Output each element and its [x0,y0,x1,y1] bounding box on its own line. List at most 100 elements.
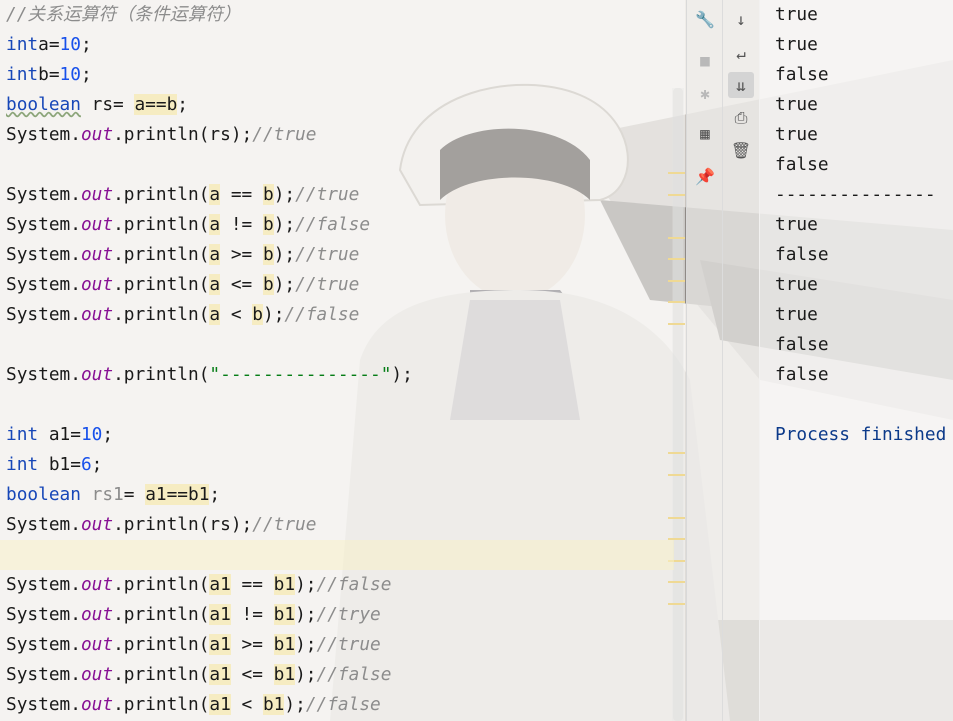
code-token: System. [6,184,81,205]
scroll-down-arrow-icon[interactable]: ↓ [728,6,754,32]
code-token: .println( [113,664,210,685]
scroll-to-end-icon[interactable]: ⇊ [728,72,754,98]
code-token: b= [38,64,60,85]
code-line[interactable]: intb=10; [6,60,92,90]
code-token: int [6,64,39,85]
code-token: .println( [113,184,210,205]
console-line: false [775,244,829,265]
code-token: out [80,304,114,325]
code-line[interactable]: //关系运算符（条件运算符） [6,0,241,30]
code-token: b [262,184,274,205]
code-line[interactable]: System.out.println(a != b);//false [6,210,370,240]
console-line: false [775,364,829,385]
code-token: b [262,244,274,265]
code-line[interactable]: System.out.println(a >= b);//true [6,240,359,270]
code-editor[interactable]: //关系运算符（条件运算符） inta=10; intb=10; boolean rs… [0,0,685,721]
code-token: //false [316,664,392,685]
console-line: true [775,214,818,235]
code-token: <= [220,274,263,295]
console-line: true [775,34,818,55]
console-line: true [775,274,818,295]
code-token: a==b [134,94,178,115]
run-toolbar-right: ↓ ↵ ⇊ ⎙ 🗑 [722,0,760,721]
code-token: //false [284,304,360,325]
trash-icon[interactable]: 🗑 [728,137,754,163]
code-token: b [262,274,274,295]
code-line[interactable]: System.out.println(a1 >= b1);//true [6,630,381,660]
wrench-icon[interactable]: 🔧 [692,6,718,32]
code-token: .println( [113,634,210,655]
code-line[interactable]: System.out.println(a1 != b1);//trye [6,600,381,630]
code-line[interactable]: System.out.println(a == b);//true [6,180,359,210]
code-token: //true [252,124,317,145]
process-exit-message: Process finished [775,424,947,445]
console-line: false [775,154,829,175]
debug-bug-icon[interactable]: ✱ [692,80,718,106]
code-token: == [220,184,263,205]
code-line[interactable]: System.out.println(a1 < b1);//false [6,690,381,720]
code-token: < [230,694,263,715]
code-token: b [262,214,274,235]
code-token: a1 [209,574,231,595]
code-token: a [209,274,221,295]
code-line[interactable]: int b1=6; [6,450,102,480]
code-token: out [80,574,114,595]
code-token: .println(rs); [113,514,253,535]
code-token: System. [6,664,81,685]
code-token: .println( [113,604,210,625]
code-token: int [6,34,39,55]
pin-icon[interactable]: 📌 [692,163,718,189]
code-line[interactable]: System.out.println(rs);//true [6,120,316,150]
code-token: a1 [209,664,231,685]
code-token: System. [6,574,81,595]
code-line[interactable]: System.out.println(a <= b);//true [6,270,359,300]
code-token: out [80,244,114,265]
code-line[interactable]: boolean rs= a==b; [6,90,188,120]
code-token: System. [6,364,81,385]
code-token: //false [305,694,381,715]
code-token: ); [295,604,317,625]
code-token: //true [295,184,360,205]
code-token: out [80,514,114,535]
code-line[interactable]: System.out.println(a < b);//false [6,300,359,330]
soft-wrap-icon[interactable]: ↵ [728,40,754,66]
code-token: .println( [113,574,210,595]
code-token: .println( [113,304,210,325]
layout-icon[interactable]: ▦ [692,120,718,146]
code-token: System. [6,274,81,295]
console-line: false [775,64,829,85]
code-token: a1= [38,424,81,445]
code-line[interactable]: System.out.println(a1 <= b1);//false [6,660,391,690]
code-token: int [6,424,39,445]
console-line: true [775,94,818,115]
code-token: ; [80,34,92,55]
code-line[interactable]: System.out.println("---------------"); [6,360,413,390]
run-console-output[interactable]: true true false true true false --------------… [759,0,953,721]
code-line[interactable]: System.out.println(rs);//true [6,510,316,540]
code-token: out [80,604,114,625]
code-token: ; [102,424,114,445]
code-token: ; [80,64,92,85]
code-token: //true [295,244,360,265]
stop-icon[interactable]: ■ [692,47,718,73]
code-line[interactable]: inta=10; [6,30,92,60]
current-code-line[interactable] [0,540,674,570]
code-token: out [80,184,114,205]
code-token: a [209,184,221,205]
code-token: b1 [262,694,285,715]
code-token: a1 [209,604,231,625]
code-token: out [80,664,114,685]
code-token: System. [6,604,81,625]
code-line[interactable]: int a1=10; [6,420,113,450]
code-token: "---------------" [209,364,392,385]
code-token: != [220,214,263,235]
code-line[interactable]: System.out.println(a1 == b1);//false [6,570,391,600]
code-token: b1 [273,664,296,685]
code-line[interactable]: boolean rs1= a1==b1; [6,480,220,510]
code-token: ; [177,94,189,115]
code-token: rs= [80,94,135,115]
code-token: boolean [6,484,81,505]
code-token: ); [295,664,317,685]
code-token: //关系运算符（条件运算符） [6,4,241,25]
print-icon[interactable]: ⎙ [728,105,754,131]
